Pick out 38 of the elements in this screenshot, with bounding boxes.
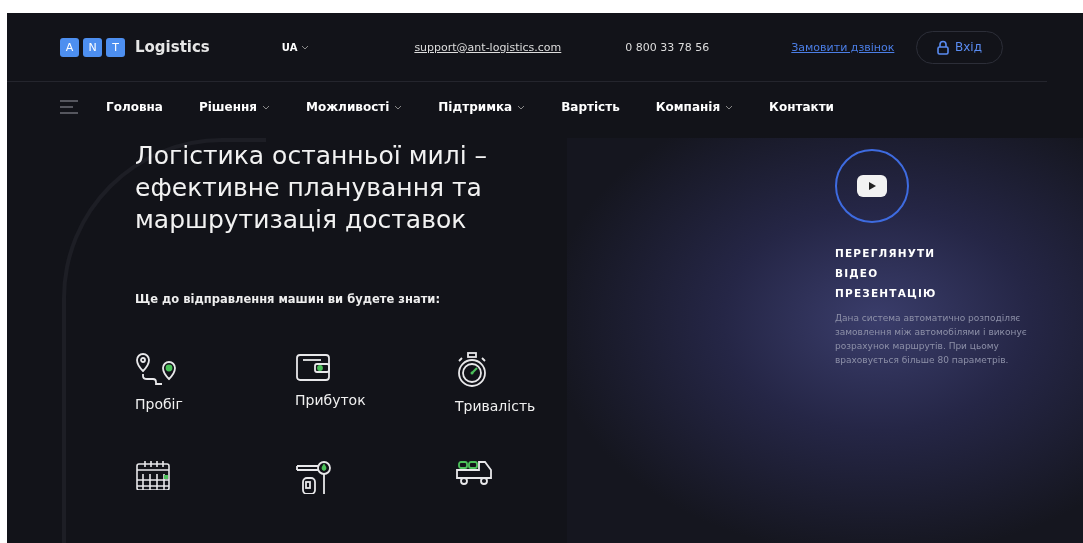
language-selector[interactable]: UA [281, 41, 310, 53]
chevron-down-icon [725, 104, 734, 110]
calendar-icon [135, 460, 171, 490]
chevron-down-icon [517, 104, 526, 110]
stopwatch-icon [455, 352, 489, 388]
nav-item[interactable]: Головна [106, 100, 163, 114]
nav-item[interactable]: Контакти [769, 100, 834, 114]
phone-number: 0 800 33 78 56 [625, 40, 710, 54]
callback-link[interactable]: Замовити дзвінок [791, 40, 895, 54]
logo-text: Logistics [135, 38, 210, 56]
play-video-button[interactable] [835, 149, 909, 223]
nav-item[interactable]: Вартість [561, 100, 620, 114]
logo-letter-tile: N [83, 37, 102, 57]
video-heading: ВІДЕО [835, 266, 880, 281]
lock-icon [937, 39, 950, 55]
hero-subtitle: Ще до відправлення машин ви будете знати: [135, 292, 441, 306]
video-description: Дана система автоматично розподіляє замовлення між автомобілями і виконує розрахунок маршрутів. При цьому враховується більше 80 параметрів. [835, 312, 1028, 367]
wallet-icon [295, 352, 331, 382]
play-icon [857, 175, 887, 197]
email-link[interactable]: support@ant-logistics.com [414, 40, 562, 54]
chevron-down-icon [394, 104, 403, 110]
route-pins-icon [135, 352, 179, 386]
feature-label: Прибуток [295, 392, 366, 408]
truck-icon [455, 460, 493, 486]
feature-label: Тривалість [455, 398, 536, 414]
nav-item[interactable]: Компанія [655, 100, 734, 114]
chevron-down-icon [301, 44, 310, 50]
feature-label: Пробіг [135, 396, 183, 412]
video-heading: ПЕРЕГЛЯНУТИ [835, 246, 937, 261]
nav-item[interactable]: Можливості [306, 100, 403, 114]
logo-letter-tile: A [60, 37, 79, 57]
chevron-down-icon [262, 104, 270, 110]
hero-title: Логістика останньої милі – ефективне планування та маршрутизація доставок [135, 140, 489, 236]
logo-letter-tile: T [106, 37, 125, 57]
nav-item[interactable]: Підтримка [438, 100, 526, 114]
menu-icon[interactable] [60, 100, 78, 114]
nav-item[interactable]: Рішення [198, 100, 270, 114]
video-heading: ПРЕЗЕНТАЦІЮ [835, 286, 938, 301]
